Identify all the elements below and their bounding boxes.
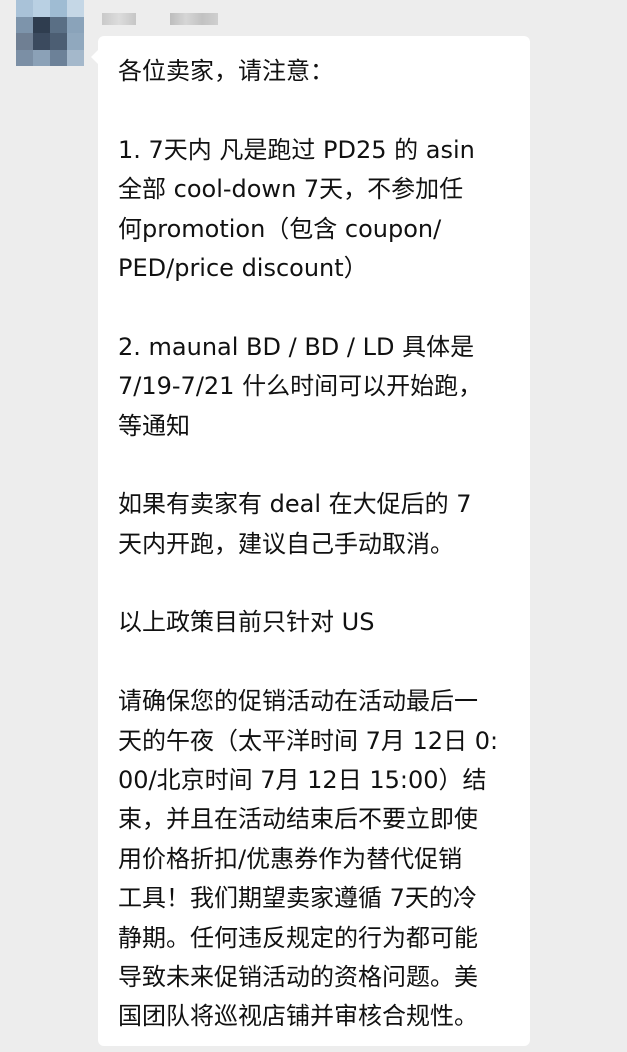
message-line: 1. 7天内 凡是跑过 PD25 的 asin [118, 135, 475, 164]
message-line: PED/price discount） [118, 253, 368, 282]
message-line: 天内开跑，建议自己手动取消。 [118, 529, 454, 558]
message-line [118, 446, 510, 485]
message-text: 各位卖家，请注意： 1. 7天内 凡是跑过 PD25 的 asin 全部 coo… [118, 52, 510, 1037]
avatar-pixel [16, 33, 33, 50]
avatar-pixel [50, 33, 67, 50]
message-line: 各位卖家，请注意： [118, 57, 334, 85]
message-line: 静期。任何违反规定的行为都可能 [118, 923, 478, 952]
message-line: 导致未来促销活动的资格问题。美 [118, 962, 478, 991]
avatar-pixel [50, 49, 67, 66]
message-line: 何promotion（包含 coupon/ [118, 214, 442, 243]
sender-name [102, 12, 218, 26]
avatar-pixel [16, 0, 33, 17]
avatar-pixel [16, 16, 33, 33]
message-line: 用价格折扣/优惠券作为替代促销 [118, 844, 463, 873]
avatar-pixel [67, 16, 84, 33]
message-line [118, 288, 510, 327]
sender-name-blurred-part-2 [170, 13, 218, 25]
message-line: 请确保您的促销活动在活动最后一 [118, 687, 478, 716]
message-line: 国团队将巡视店铺并审核合规性。 [118, 1002, 478, 1031]
avatar-pixel [16, 49, 33, 66]
avatar-pixel [33, 49, 50, 66]
message-line [118, 91, 510, 130]
message-line [118, 564, 510, 603]
message-line: 等通知 [118, 411, 190, 440]
message-line: 2. maunal BD / BD / LD 具体是 [118, 332, 475, 361]
avatar-pixel [50, 16, 67, 33]
sender-name-blurred-part-1 [102, 13, 136, 25]
message-bubble[interactable]: 各位卖家，请注意： 1. 7天内 凡是跑过 PD25 的 asin 全部 coo… [91, 36, 530, 1046]
message-line: 00/北京时间 7月 12日 15:00）结 [118, 766, 487, 795]
avatar-pixel [33, 16, 50, 33]
avatar-pixel [33, 0, 50, 17]
avatar-pixel [67, 0, 84, 17]
avatar-pixel [67, 49, 84, 66]
bubble-tail [91, 50, 98, 64]
avatar-pixel [50, 0, 67, 17]
message-line: 如果有卖家有 deal 在大促后的 7 [118, 490, 472, 519]
message-line: 束，并且在活动结束后不要立即使 [118, 805, 478, 834]
message-line: 以上政策目前只针对 US [118, 608, 375, 637]
message-line: 天的午夜（太平洋时间 7月 12日 0: [118, 726, 499, 755]
message-line: 工具！我们期望卖家遵循 7天的冷 [118, 884, 477, 913]
message-line [118, 643, 510, 682]
message-line: 全部 cool-down 7天，不参加任 [118, 175, 464, 204]
avatar[interactable] [16, 0, 84, 66]
message-line: 7/19-7/21 什么时间可以开始跑， [118, 372, 483, 401]
avatar-pixel [33, 33, 50, 50]
avatar-pixel [67, 33, 84, 50]
